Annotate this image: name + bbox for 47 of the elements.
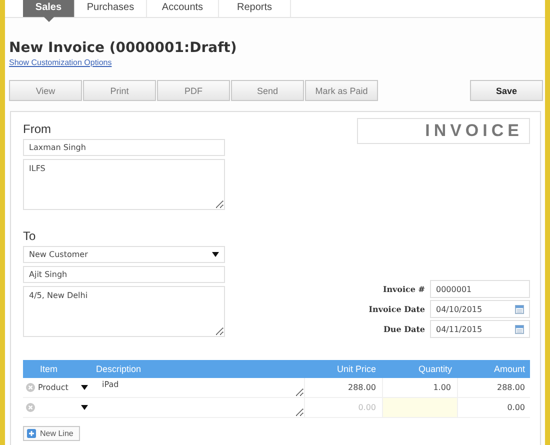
- text-field[interactable]: 0000001: [430, 280, 530, 298]
- item-select[interactable]: Product: [38, 380, 88, 396]
- date-field[interactable]: 04/10/2015: [430, 300, 530, 318]
- customer-select[interactable]: New Customer: [23, 246, 225, 263]
- invoice-heading: INVOICE: [357, 118, 530, 144]
- section-label: To: [23, 229, 37, 243]
- customization-link[interactable]: Show Customization Options: [9, 58, 112, 67]
- page-title: New Invoice (0000001:Draft): [9, 40, 238, 56]
- save-button[interactable]: Save: [470, 80, 543, 101]
- column-header: Description: [95, 364, 142, 374]
- column-header: Quantity: [417, 364, 453, 374]
- caret-icon: [81, 405, 88, 410]
- section-label: From: [23, 122, 52, 136]
- name-field[interactable]: Laxman Singh: [23, 139, 225, 156]
- caret-icon: [212, 252, 219, 257]
- field-label: Invoice Date: [368, 304, 425, 314]
- field-label: Invoice #: [382, 284, 425, 294]
- action-button[interactable]: Send: [231, 80, 304, 101]
- action-button[interactable]: PDF: [157, 80, 230, 101]
- pointer-icon: [44, 17, 54, 22]
- quantity-field[interactable]: [382, 398, 458, 418]
- column-header: Unit Price: [336, 364, 377, 374]
- column-header: Amount: [492, 364, 526, 374]
- column-header: Item: [39, 364, 59, 374]
- action-button[interactable]: Print: [83, 80, 156, 101]
- nav-tab[interactable]: Purchases: [75, 0, 147, 17]
- price-field[interactable]: 0.00: [316, 400, 376, 416]
- action-button[interactable]: Mark as Paid: [305, 80, 378, 101]
- nav-tab[interactable]: Accounts: [147, 0, 219, 17]
- table-cell: 288.00: [348, 383, 376, 392]
- address-field[interactable]: 4/5, New Delhi: [23, 286, 225, 337]
- description-field[interactable]: iPad: [96, 378, 305, 397]
- nav-tab[interactable]: Reports: [219, 0, 291, 17]
- remove-icon: [26, 383, 35, 392]
- remove-icon: [26, 403, 35, 412]
- date-field[interactable]: 04/11/2015: [430, 320, 530, 338]
- address-field[interactable]: ILFS: [23, 159, 225, 210]
- table-cell: 288.00: [497, 383, 525, 392]
- new-line-button[interactable]: New Line: [23, 426, 80, 441]
- calendar-icon: [515, 324, 524, 334]
- caret-icon: [81, 385, 88, 390]
- plus-icon: [27, 429, 36, 438]
- field-label: Due Date: [382, 324, 425, 334]
- name-field[interactable]: Ajit Singh: [23, 266, 225, 283]
- calendar-icon: [515, 304, 524, 314]
- table-cell: 0.00: [507, 403, 525, 412]
- action-button[interactable]: View: [9, 80, 82, 101]
